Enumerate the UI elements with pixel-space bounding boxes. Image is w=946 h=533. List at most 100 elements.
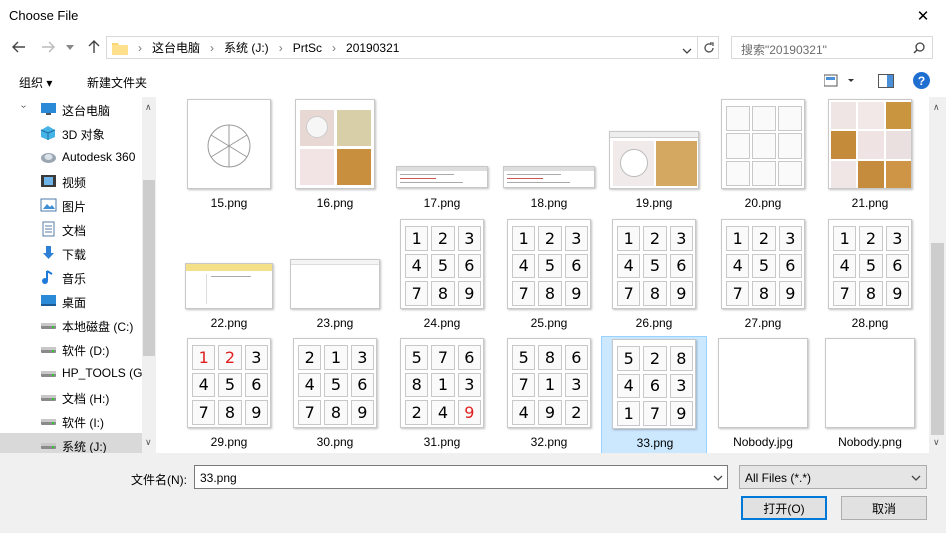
grid-cell: 7 bbox=[512, 281, 536, 306]
up-button[interactable] bbox=[84, 36, 104, 58]
file-item[interactable]: 5 8 6 7 1 3 4 9 2 32.png bbox=[496, 336, 602, 453]
sidebar-item[interactable]: 这台电脑 › bbox=[0, 97, 142, 121]
file-item[interactable]: 1 2 3 4 5 6 7 8 9 26.png bbox=[601, 217, 707, 336]
nav-scrollbar-thumb[interactable] bbox=[143, 180, 155, 356]
breadcrumb-segment[interactable]: 这台电脑 bbox=[152, 39, 200, 56]
file-name: 33.png bbox=[636, 436, 674, 450]
back-button[interactable] bbox=[9, 36, 29, 58]
sidebar-item[interactable]: 文档 bbox=[0, 217, 142, 241]
breadcrumb-segment[interactable]: PrtSc bbox=[293, 41, 322, 55]
expand-chevron-icon[interactable]: › bbox=[18, 105, 29, 108]
new-folder-button[interactable]: 新建文件夹 bbox=[87, 74, 147, 91]
file-name: 24.png bbox=[423, 316, 461, 330]
sidebar-item[interactable]: 文档 (H:) bbox=[0, 385, 142, 409]
scroll-up-arrow-icon[interactable]: ∧ bbox=[145, 102, 152, 113]
sidebar-item[interactable]: 图片 bbox=[0, 193, 142, 217]
file-item[interactable]: Nobody.jpg bbox=[710, 336, 816, 453]
file-list-scrollbar-thumb[interactable] bbox=[931, 243, 944, 435]
breadcrumb-segment[interactable]: 系统 (J:) bbox=[224, 39, 269, 56]
sidebar-item[interactable]: Autodesk 360 bbox=[0, 145, 142, 169]
drive-icon bbox=[40, 389, 57, 405]
nav-scrollbar[interactable]: ∧ ∨ bbox=[142, 97, 156, 453]
sidebar-item[interactable]: HP_TOOLS (G:) bbox=[0, 361, 150, 385]
file-list-scrollbar[interactable]: ∧ ∨ bbox=[929, 97, 946, 453]
file-thumbnail bbox=[825, 338, 915, 428]
organize-menu[interactable]: 组织 ▾ bbox=[19, 74, 52, 91]
sidebar-item[interactable]: 桌面 bbox=[0, 289, 142, 313]
file-item[interactable]: 16.png bbox=[282, 97, 388, 216]
grid-cell: 8 bbox=[431, 281, 455, 306]
address-bar[interactable]: › 这台电脑 › 系统 (J:) › PrtSc › 20190321 bbox=[106, 36, 719, 59]
file-thumbnail bbox=[290, 259, 380, 309]
file-item[interactable]: 20.png bbox=[710, 97, 816, 216]
file-name: 23.png bbox=[316, 316, 354, 330]
sidebar-item[interactable]: 系统 (J:) bbox=[0, 433, 142, 453]
file-item[interactable]: 22.png bbox=[176, 217, 282, 336]
file-item[interactable]: 1 2 3 4 5 6 7 8 9 29.png bbox=[176, 336, 282, 453]
sidebar-item[interactable]: 软件 (I:) bbox=[0, 409, 142, 433]
grid-cell: 2 bbox=[405, 400, 429, 425]
grid-cell: 6 bbox=[885, 253, 909, 279]
file-item[interactable]: 2 1 3 4 5 6 7 8 9 30.png bbox=[282, 336, 388, 453]
refresh-button[interactable] bbox=[697, 36, 719, 59]
grid-cell: 4 bbox=[512, 253, 536, 279]
cloud-icon bbox=[40, 149, 57, 165]
sidebar-item[interactable]: 音乐 bbox=[0, 265, 142, 289]
grid-cell: 4 bbox=[431, 400, 455, 425]
file-item[interactable]: 23.png bbox=[282, 217, 388, 336]
sidebar-item[interactable]: 3D 对象 bbox=[0, 121, 142, 145]
file-item[interactable]: 1 2 3 4 5 6 7 8 9 25.png bbox=[496, 217, 602, 336]
file-item[interactable]: 21.png bbox=[817, 97, 923, 216]
file-item[interactable]: 19.png bbox=[601, 97, 707, 216]
preview-pane-button[interactable] bbox=[878, 74, 894, 91]
forward-arrow-icon bbox=[42, 41, 55, 53]
grid-cell: 3 bbox=[244, 345, 268, 370]
scroll-down-arrow-icon[interactable]: ∨ bbox=[145, 437, 152, 448]
sidebar-item[interactable]: 下载 bbox=[0, 241, 142, 265]
file-item[interactable]: Nobody.png bbox=[817, 336, 923, 453]
grid-cell: 8 bbox=[752, 281, 776, 306]
open-button[interactable]: 打开(O) bbox=[741, 496, 827, 520]
grid-cell: 2 bbox=[752, 226, 776, 251]
grid-cell: 2 bbox=[859, 226, 883, 251]
file-item[interactable]: 1 2 3 4 5 6 7 8 9 24.png bbox=[389, 217, 495, 336]
file-type-filter[interactable]: All Files (*.*) bbox=[739, 465, 927, 489]
file-thumbnail: 576 813 249 bbox=[400, 338, 484, 428]
grid-cell: 1 bbox=[192, 345, 216, 370]
view-options-button[interactable] bbox=[823, 74, 854, 91]
file-item[interactable]: 5 2 8 4 6 3 1 7 9 33.png bbox=[601, 336, 707, 453]
sidebar-item[interactable]: 软件 (D:) bbox=[0, 337, 142, 361]
file-item[interactable]: 17.png bbox=[389, 97, 495, 216]
file-item[interactable]: 1 2 3 4 5 6 7 8 9 27.png bbox=[710, 217, 816, 336]
forward-button[interactable] bbox=[38, 36, 58, 58]
file-name: 20.png bbox=[744, 196, 782, 210]
file-item[interactable]: 15.png bbox=[176, 97, 282, 216]
sidebar-item[interactable]: 本地磁盘 (C:) bbox=[0, 313, 142, 337]
file-item[interactable]: 1 2 3 4 5 6 7 8 9 28.png bbox=[817, 217, 923, 336]
sidebar-item[interactable]: 视频 bbox=[0, 169, 142, 193]
sidebar-item-label: 图片 bbox=[62, 200, 87, 214]
3d-objects-icon bbox=[40, 125, 57, 141]
search-input[interactable]: 搜索"20190321" bbox=[731, 36, 933, 59]
number-grid: 576 813 249 bbox=[405, 345, 481, 425]
help-icon[interactable]: ? bbox=[913, 72, 930, 89]
file-item[interactable]: 18.png bbox=[496, 97, 602, 216]
drive-icon bbox=[40, 365, 57, 381]
sidebar-item-label: 3D 对象 bbox=[62, 128, 105, 142]
scroll-up-arrow-icon[interactable]: ∧ bbox=[933, 102, 940, 113]
cancel-button[interactable]: 取消 bbox=[841, 496, 927, 520]
filename-field[interactable]: 33.png bbox=[194, 465, 728, 489]
recent-locations-button[interactable] bbox=[63, 36, 77, 58]
grid-cell: 9 bbox=[538, 400, 562, 425]
grid-cell: 6 bbox=[244, 372, 268, 398]
file-item[interactable]: 5 7 6 8 1 3 2 4 9 31.png bbox=[389, 336, 495, 453]
close-button[interactable]: ✕ bbox=[900, 0, 946, 31]
breadcrumb-segment[interactable]: 20190321 bbox=[346, 41, 399, 55]
grid-cell: 9 bbox=[457, 400, 481, 425]
grid-cell: 3 bbox=[457, 372, 481, 398]
grid-cell: 3 bbox=[350, 345, 374, 370]
grid-cell: 5 bbox=[859, 253, 883, 279]
address-dropdown-button[interactable] bbox=[682, 43, 692, 57]
scroll-down-arrow-icon[interactable]: ∨ bbox=[933, 437, 940, 448]
drive-icon bbox=[40, 413, 57, 429]
